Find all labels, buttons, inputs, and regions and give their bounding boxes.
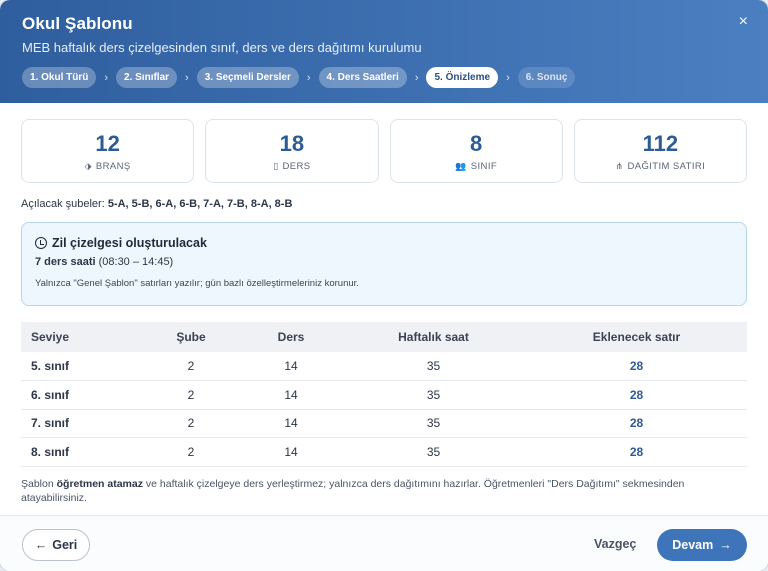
- tag-icon: ⬗: [84, 160, 92, 171]
- clock-icon: [35, 237, 47, 249]
- stepper: 1. Okul Türü › 2. Sınıflar › 3. Seçmeli …: [22, 67, 746, 88]
- step-preview[interactable]: 5. Önizleme: [426, 67, 499, 88]
- close-icon[interactable]: ×: [739, 14, 748, 30]
- back-button-label: Geri: [52, 538, 78, 552]
- info-hours-range: (08:30 – 14:45): [98, 256, 174, 268]
- table-row: 8. sınıf 2 14 35 28: [21, 437, 747, 467]
- modal-header: Okul Şablonu MEB haftalık ders çizelgesi…: [0, 0, 768, 103]
- info-hours: 7 ders saati (08:30 – 14:45): [35, 256, 733, 268]
- stat-label: DAĞITIM SATIRI: [627, 160, 706, 172]
- chevron-right-icon: ›: [506, 71, 510, 84]
- stat-value: 8: [470, 130, 483, 156]
- modal-content: 12 ⬗ BRANŞ 18 ▯ DERS 8 👥 SINIF 112 ⋔ DAĞ…: [0, 103, 768, 505]
- branches-label: Açılacak şubeler:: [21, 198, 105, 210]
- arrow-right-icon: →: [719, 538, 732, 552]
- template-modal: Okul Şablonu MEB haftalık ders çizelgesi…: [0, 0, 768, 571]
- modal-footer: ← Geri Vazgeç Devam →: [0, 515, 768, 571]
- step-result: 6. Sonuç: [517, 67, 576, 88]
- book-icon: ▯: [273, 160, 279, 171]
- chevron-right-icon: ›: [306, 71, 311, 84]
- users-icon: 👥: [455, 160, 467, 171]
- info-hours-count: 7 ders saati: [35, 256, 96, 268]
- branches-value: 5-A, 5-B, 6-A, 6-B, 7-A, 7-B, 8-A, 8-B: [107, 198, 293, 210]
- chevron-right-icon: ›: [104, 71, 109, 84]
- chevron-right-icon: ›: [185, 71, 189, 84]
- stat-label: BRANŞ: [95, 160, 131, 172]
- step-electives[interactable]: 3. Seçmeli Dersler: [196, 67, 299, 88]
- stat-label: DERS: [282, 160, 311, 172]
- cancel-button[interactable]: Vazgeç: [594, 537, 636, 551]
- step-lesson-hours[interactable]: 4. Ders Saatleri: [318, 67, 407, 88]
- stat-value: 18: [279, 130, 305, 156]
- back-button[interactable]: ← Geri: [22, 529, 90, 561]
- arrow-left-icon: ←: [34, 538, 48, 552]
- stat-card-class: 8 👥 SINIF: [389, 119, 563, 183]
- info-title: Zil çizelgesi oluşturulacak: [52, 236, 207, 250]
- modal-subtitle: MEB haftalık ders çizelgesinden sınıf, d…: [22, 40, 422, 55]
- table-row: 6. sınıf 2 14 35 28: [21, 380, 747, 410]
- col-branch: Şube: [176, 330, 206, 344]
- info-note: Yalnızca "Genel Şablon" satırları yazılı…: [35, 278, 359, 289]
- stat-label: SINIF: [470, 160, 498, 172]
- stat-card-lesson: 18 ▯ DERS: [205, 119, 379, 183]
- stat-card-distribution: 112 ⋔ DAĞITIM SATIRI: [573, 119, 747, 183]
- col-weekly-hours: Haftalık saat: [398, 330, 469, 344]
- table-row: 7. sınıf 2 14 35 28: [21, 409, 747, 438]
- step-school-type[interactable]: 1. Okul Türü: [22, 67, 97, 88]
- footnote: Şablon öğretmen atamaz ve haftalık çizel…: [21, 477, 685, 504]
- col-lesson: Ders: [277, 330, 305, 344]
- col-level: Seviye: [31, 330, 70, 344]
- table-row: 5. sınıf 2 14 35 28: [21, 352, 747, 381]
- modal-title: Okul Şablonu: [22, 14, 133, 33]
- stat-value: 112: [642, 130, 679, 156]
- summary-table: Seviye Şube Ders Haftalık saat Eklenecek…: [21, 322, 747, 467]
- table-header-row: Seviye Şube Ders Haftalık saat Eklenecek…: [21, 322, 747, 352]
- next-button[interactable]: Devam →: [657, 529, 747, 561]
- chevron-right-icon: ›: [414, 71, 419, 84]
- next-button-label: Devam: [672, 538, 714, 552]
- bell-schedule-info: Zil çizelgesi oluşturulacak 7 ders saati…: [21, 222, 747, 306]
- stat-cards: 12 ⬗ BRANŞ 18 ▯ DERS 8 👥 SINIF 112 ⋔ DAĞ…: [21, 119, 747, 183]
- stat-value: 12: [95, 130, 120, 156]
- col-rows-to-add: Eklenecek satır: [592, 330, 681, 344]
- step-classes[interactable]: 2. Sınıflar: [116, 67, 178, 88]
- stat-card-branch: 12 ⬗ BRANŞ: [21, 119, 195, 183]
- branches-line: Açılacak şubeler: 5-A, 5-B, 6-A, 6-B, 7-…: [21, 198, 747, 210]
- network-icon: ⋔: [615, 160, 624, 171]
